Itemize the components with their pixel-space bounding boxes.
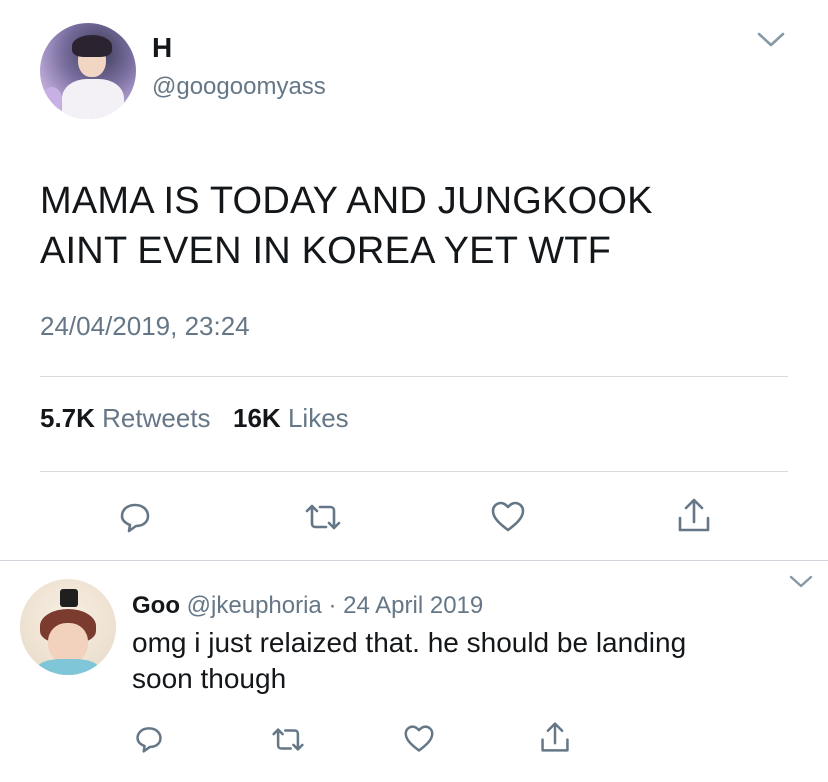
author-display-name[interactable]: H: [152, 32, 172, 64]
retweets-label[interactable]: Retweets: [102, 403, 210, 433]
avatar-hair: [72, 35, 112, 57]
reply-date[interactable]: 24 April 2019: [343, 592, 483, 619]
reply-text-line: soon though: [132, 663, 287, 694]
retweet-icon: [305, 504, 341, 530]
reply-author-name[interactable]: Goo: [132, 592, 180, 619]
reply-text: omg i just relaized that. he should be l…: [132, 625, 772, 697]
reply-tweet[interactable]: Goo @jkeuphoria · 24 April 2019 omg i ju…: [0, 561, 828, 782]
divider: [40, 471, 788, 472]
reply-bubble-icon: [136, 727, 162, 753]
like-button[interactable]: [490, 500, 526, 534]
chevron-down-icon[interactable]: [756, 30, 786, 50]
avatar-shirt: [62, 79, 124, 119]
reply-author-handle[interactable]: @jkeuphoria: [187, 592, 322, 619]
tweet-stats: 5.7K Retweets 16K Likes: [40, 402, 349, 434]
retweet-icon: [272, 728, 304, 751]
avatar-background-figure: [42, 87, 62, 113]
share-icon: [678, 498, 710, 532]
tweet-text-line: MAMA IS TODAY AND JUNGKOOK: [40, 180, 653, 222]
heart-icon: [404, 725, 434, 752]
reply-text-line: omg i just relaized that. he should be l…: [132, 627, 687, 658]
retweet-button[interactable]: [270, 725, 306, 754]
main-tweet-avatar[interactable]: [40, 23, 136, 119]
author-handle[interactable]: @googoomyass: [152, 72, 326, 102]
share-button[interactable]: [539, 720, 571, 754]
retweet-button[interactable]: [303, 501, 343, 533]
reply-button[interactable]: [118, 500, 152, 534]
divider: [40, 376, 788, 377]
retweets-count[interactable]: 5.7K: [40, 403, 95, 433]
tweet-text: MAMA IS TODAY AND JUNGKOOK AINT EVEN IN …: [40, 176, 800, 276]
avatar-collar: [38, 659, 98, 675]
likes-count[interactable]: 16K: [233, 403, 281, 433]
reply-separator: ·: [328, 592, 337, 619]
tweet-text-line: AINT EVEN IN KOREA YET WTF: [40, 230, 612, 272]
share-icon: [541, 722, 569, 752]
avatar-hat: [60, 589, 78, 607]
reply-header: Goo @jkeuphoria · 24 April 2019: [132, 591, 483, 621]
tweet-timestamp[interactable]: 24/04/2019, 23:24: [40, 309, 250, 343]
likes-label[interactable]: Likes: [288, 403, 349, 433]
reply-bubble-icon: [120, 503, 150, 533]
reply-button[interactable]: [134, 724, 164, 754]
chevron-down-icon[interactable]: [788, 573, 814, 591]
like-button[interactable]: [403, 724, 435, 754]
main-tweet: H @googoomyass MAMA IS TODAY AND JUNGKOO…: [0, 0, 828, 560]
avatar-face: [48, 623, 88, 663]
reply-avatar[interactable]: [20, 579, 116, 675]
share-button[interactable]: [676, 496, 712, 534]
heart-icon: [491, 501, 525, 532]
